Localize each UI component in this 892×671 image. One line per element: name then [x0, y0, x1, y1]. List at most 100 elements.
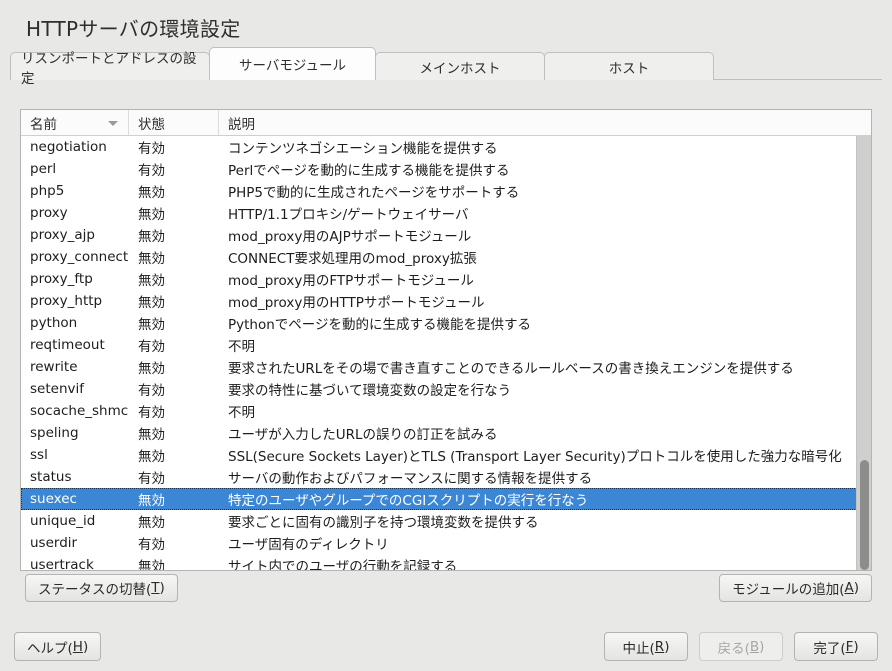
- cell-state: 無効: [138, 185, 165, 201]
- cell-name: userdir: [30, 535, 78, 551]
- table-row[interactable]: unique_id 無効 要求ごとに固有の識別子を持つ環境変数を提供する: [21, 510, 871, 532]
- cell-state: 無効: [138, 251, 165, 267]
- cell-name: proxy_http: [30, 293, 103, 309]
- cell-name: perl: [30, 161, 57, 177]
- cell-name: proxy_ftp: [30, 271, 93, 287]
- http-server-config-window: HTTPサーバの環境設定 リスンポートとアドレスの設定 サーバモジュール メイン…: [0, 0, 892, 671]
- tab-listen-ports[interactable]: リスンポートとアドレスの設定: [10, 51, 210, 87]
- cell-desc: mod_proxy用のHTTPサポートモジュール: [228, 295, 485, 311]
- cell-name: php5: [30, 183, 65, 199]
- dialog-button-row: 中止(R) 戻る(B) 完了(F): [604, 632, 878, 661]
- button-label: ステータスの切替(: [38, 582, 152, 598]
- button-label-end: ): [759, 638, 765, 655]
- button-label-end: ): [159, 580, 165, 596]
- table-row[interactable]: proxy 無効 HTTP/1.1プロキシ/ゲートウェイサーバ: [21, 202, 871, 224]
- cell-state: 有効: [138, 163, 165, 179]
- button-label-end: ): [853, 638, 859, 655]
- cell-state: 無効: [138, 317, 165, 333]
- cell-name: ssl: [30, 447, 48, 463]
- tab-server-modules[interactable]: サーバモジュール: [209, 47, 376, 80]
- cell-name: negotiation: [30, 139, 107, 155]
- cell-state: 有効: [138, 471, 165, 487]
- table-row[interactable]: proxy_connect 無効 CONNECT要求処理用のmod_proxy拡張: [21, 246, 871, 268]
- cell-name: proxy_connect: [30, 249, 129, 265]
- button-label-end: ): [664, 638, 670, 655]
- table-row[interactable]: proxy_ftp 無効 mod_proxy用のFTPサポートモジュール: [21, 268, 871, 290]
- cell-desc: Perlでページを動的に生成する機能を提供する: [228, 163, 510, 179]
- cell-name: suexec: [30, 491, 77, 507]
- table-row[interactable]: usertrack 無効 サイト内でのユーザの行動を記録する: [21, 554, 871, 571]
- cell-state: 有効: [138, 405, 165, 421]
- cell-desc: サーバの動作およびパフォーマンスに関する情報を提供する: [228, 471, 593, 487]
- table-row[interactable]: perl 有効 Perlでページを動的に生成する機能を提供する: [21, 158, 871, 180]
- button-accelerator: B: [749, 638, 760, 655]
- finish-button[interactable]: 完了(F): [794, 632, 878, 661]
- cell-state: 無効: [138, 229, 165, 245]
- cell-name: rewrite: [30, 359, 78, 375]
- cell-state: 無効: [138, 273, 165, 289]
- column-header-description[interactable]: 説明: [219, 110, 871, 135]
- table-row[interactable]: negotiation 有効 コンテンツネゴシエーション機能を提供する: [21, 136, 871, 158]
- table-row[interactable]: ssl 無効 SSL(Secure Sockets Layer)とTLS (Tran…: [21, 444, 871, 466]
- cell-desc: mod_proxy用のFTPサポートモジュール: [228, 273, 474, 289]
- cell-desc: SSL(Secure Sockets Layer)とTLS (Transport…: [228, 449, 842, 465]
- cell-state: 有効: [138, 339, 165, 355]
- cell-name: proxy_ajp: [30, 227, 95, 243]
- sort-descending-icon: [108, 120, 118, 126]
- table-row[interactable]: proxy_ajp 無効 mod_proxy用のAJPサポートモジュール: [21, 224, 871, 246]
- back-button: 戻る(B): [699, 632, 783, 661]
- page-title: HTTPサーバの環境設定: [26, 17, 241, 41]
- table-row[interactable]: setenvif 有効 要求の特性に基づいて環境変数の設定を行なう: [21, 378, 871, 400]
- table-row[interactable]: status 有効 サーバの動作およびパフォーマンスに関する情報を提供する: [21, 466, 871, 488]
- cell-state: 有効: [138, 537, 165, 553]
- column-header-state[interactable]: 状態: [129, 110, 219, 135]
- cell-desc: コンテンツネゴシエーション機能を提供する: [228, 141, 498, 157]
- modules-list-view[interactable]: 名前 状態 説明 negotiation 有効 コンテンツネゴシエーション機能を提供…: [20, 109, 872, 571]
- table-row[interactable]: python 無効 Pythonでページを動的に生成する機能を提供する: [21, 312, 871, 334]
- cell-desc: 要求ごとに固有の識別子を持つ環境変数を提供する: [228, 515, 539, 531]
- table-row[interactable]: php5 無効 PHP5で動的に生成されたページをサポートする: [21, 180, 871, 202]
- cell-name: python: [30, 315, 78, 331]
- button-label: ヘルプ(: [27, 640, 73, 657]
- cell-state: 無効: [138, 493, 165, 509]
- cell-state: 無効: [138, 427, 165, 443]
- button-accelerator: R: [654, 638, 665, 655]
- button-label: 完了(: [813, 640, 846, 657]
- tab-label: リスンポートとアドレスの設定: [21, 50, 197, 87]
- table-row[interactable]: proxy_http 無効 mod_proxy用のHTTPサポートモジュール: [21, 290, 871, 312]
- table-row[interactable]: rewrite 無効 要求されたURLをその場で書き直すことのできるルールベースの書…: [21, 356, 871, 378]
- cell-desc: PHP5で動的に生成されたページをサポートする: [228, 185, 520, 201]
- cell-state: 有効: [138, 383, 165, 399]
- tab-main-host[interactable]: メインホスト: [375, 52, 545, 80]
- cell-desc: 不明: [228, 405, 255, 421]
- table-row[interactable]: socache_shmcb 有効 不明: [21, 400, 871, 422]
- cancel-button[interactable]: 中止(R): [604, 632, 688, 661]
- cell-desc: CONNECT要求処理用のmod_proxy拡張: [228, 251, 477, 267]
- cell-name: usertrack: [30, 557, 94, 571]
- cell-desc: mod_proxy用のAJPサポートモジュール: [228, 229, 472, 245]
- vertical-scrollbar[interactable]: [856, 136, 871, 570]
- table-row[interactable]: speling 無効 ユーザが入力したURLの誤りの訂正を試みる: [21, 422, 871, 444]
- add-module-button[interactable]: モジュールの追加(A): [719, 574, 872, 602]
- scrollbar-thumb[interactable]: [860, 460, 869, 570]
- button-label-end: ): [82, 638, 89, 655]
- help-button[interactable]: ヘルプ(H): [14, 632, 102, 661]
- cell-name: setenvif: [30, 381, 84, 397]
- column-header-name[interactable]: 名前: [21, 110, 129, 135]
- table-row[interactable]: userdir 有効 ユーザ固有のディレクトリ: [21, 532, 871, 554]
- cell-desc: サイト内でのユーザの行動を記録する: [228, 559, 458, 571]
- cell-desc: Pythonでページを動的に生成する機能を提供する: [228, 317, 532, 333]
- cell-state: 有効: [138, 141, 165, 157]
- table-row[interactable]: suexec 無効 特定のユーザやグループでのCGIスクリプトの実行を行なう: [21, 488, 871, 510]
- table-row[interactable]: reqtimeout 有効 不明: [21, 334, 871, 356]
- column-header-label: 状態: [138, 116, 165, 133]
- cell-desc: 特定のユーザやグループでのCGIスクリプトの実行を行なう: [228, 493, 589, 509]
- cell-desc: ユーザ固有のディレクトリ: [228, 537, 389, 553]
- cell-state: 無効: [138, 559, 165, 571]
- cell-state: 無効: [138, 207, 165, 223]
- tab-hosts[interactable]: ホスト: [544, 52, 714, 80]
- button-accelerator: H: [72, 638, 83, 655]
- toggle-status-button[interactable]: ステータスの切替(T): [25, 574, 178, 602]
- tab-strip: リスンポートとアドレスの設定 サーバモジュール メインホスト ホスト: [10, 47, 882, 87]
- button-label-end: ): [853, 580, 859, 596]
